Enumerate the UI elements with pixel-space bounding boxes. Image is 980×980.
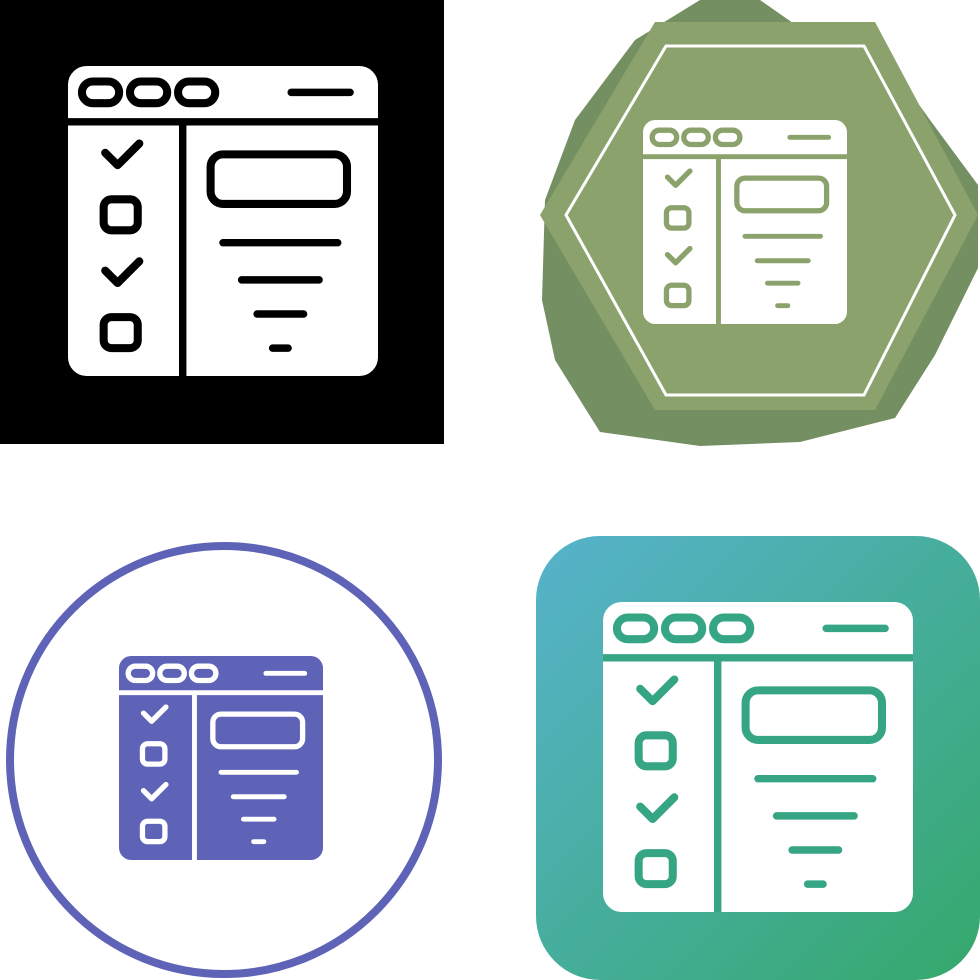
browser-checklist-icon: [119, 656, 323, 860]
green-badge-variant: [540, 0, 978, 446]
icon-sheet: [0, 0, 980, 980]
gradient-square-variant: [536, 536, 980, 980]
browser-checklist-icon: [68, 66, 378, 376]
black-square-variant: [0, 0, 444, 444]
browser-checklist-icon: [603, 602, 913, 912]
purple-circle-variant: [6, 542, 442, 978]
browser-checklist-icon: [643, 120, 847, 324]
